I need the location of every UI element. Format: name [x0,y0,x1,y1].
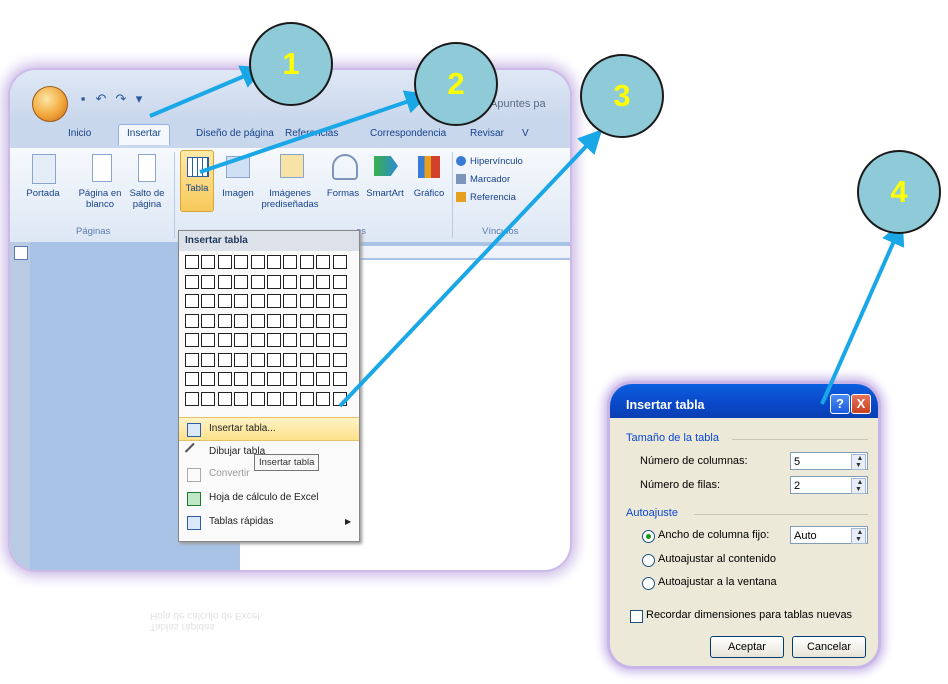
arrow-3 [338,129,603,408]
arrow-1 [149,65,266,118]
step-4-badge: 4 [857,150,941,234]
step-2-badge: 2 [414,42,498,126]
arrow-4 [820,221,905,405]
step-1-badge: 1 [249,22,333,106]
step-3-badge: 3 [580,54,664,138]
arrow-2 [199,90,430,174]
